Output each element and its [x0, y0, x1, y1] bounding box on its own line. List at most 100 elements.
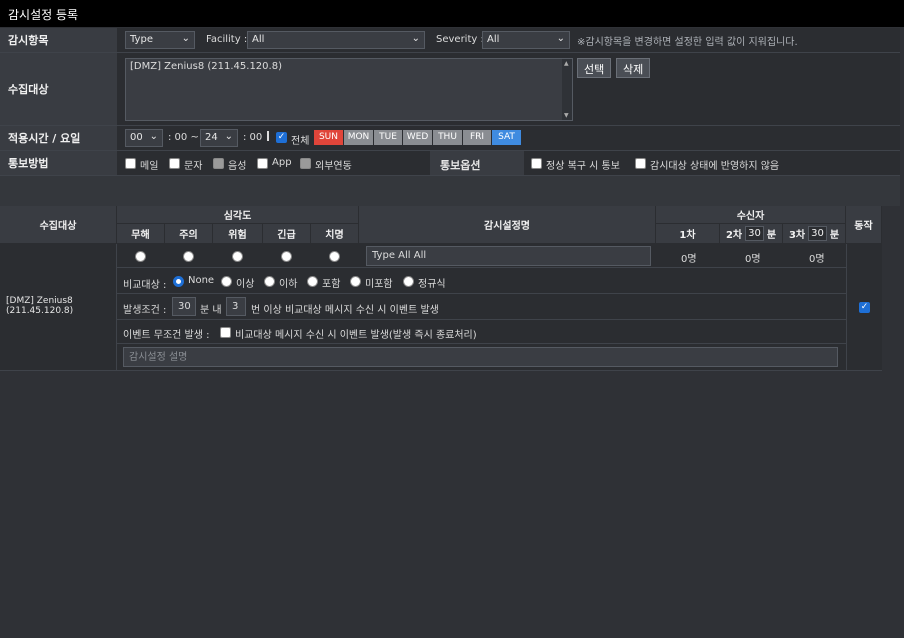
col-target-header: 수집대상 — [0, 206, 117, 244]
col-receiver-header: 수신자 — [656, 206, 846, 224]
compare-none-label: None — [188, 275, 215, 286]
external-checkbox[interactable] — [300, 158, 311, 169]
chevron-down-icon: ⌄ — [224, 131, 233, 142]
day-button-sat[interactable]: SAT — [492, 130, 521, 145]
day-button-mon[interactable]: MON — [344, 130, 373, 145]
chevron-down-icon: ⌄ — [556, 33, 565, 44]
severity-critical-header: 치명 — [311, 224, 359, 244]
action-checkbox[interactable]: ✓ — [859, 302, 870, 313]
target-listbox[interactable]: [DMZ] Zenius8 (211.45.120.8) ▲ ▼ — [125, 58, 573, 121]
day-button-thu[interactable]: THU — [433, 130, 462, 145]
compare-line: 비교대상 : None 이상 이하 포함 미포함 정규식 — [117, 268, 846, 294]
severity-caution-header: 주의 — [165, 224, 213, 244]
start-hour-select[interactable]: 00 ⌄ — [125, 129, 163, 147]
chevron-down-icon: ⌄ — [181, 33, 190, 44]
mail-checkbox[interactable] — [125, 158, 136, 169]
recover-notify-checkbox[interactable] — [531, 158, 542, 169]
end-hour-select[interactable]: 24 ⌄ — [200, 129, 238, 147]
unconditional-checkbox[interactable] — [220, 327, 231, 338]
delete-target-button[interactable]: 삭제 — [616, 58, 651, 78]
sms-checkbox[interactable] — [169, 158, 180, 169]
day-button-tue[interactable]: TUE — [374, 130, 402, 145]
target-list-item[interactable]: [DMZ] Zenius8 (211.45.120.8) — [130, 61, 282, 72]
schedule-label: 적용시간 / 요일 — [0, 126, 117, 150]
description-input[interactable] — [123, 347, 838, 367]
start-hour-value: 00 — [130, 132, 143, 143]
recover-notify-label: 정상 복구 시 통보 — [546, 161, 620, 172]
target-label: 수집대상 — [0, 53, 117, 125]
type-select[interactable]: Type ⌄ — [125, 31, 195, 49]
compare-below-radio[interactable] — [264, 276, 275, 287]
action-cell: ✓ — [846, 244, 882, 371]
notify-method-label: 통보방법 — [0, 151, 117, 175]
day-button-wed[interactable]: WED — [403, 130, 432, 145]
app-label: App — [272, 157, 292, 168]
receiver-1-count: 0명 — [681, 254, 697, 265]
end-minute-text: : 00 — [243, 132, 263, 143]
notify-row: 통보방법 메일 문자 음성 App 외부연동 통보옵션 정상 복구 시 통보 감… — [0, 151, 900, 176]
condition-minutes-input[interactable]: 30 — [172, 297, 196, 316]
row-target-text: [DMZ] Zenius8 (211.45.120.8) — [6, 296, 74, 316]
receiver-2-input[interactable]: 30 — [745, 226, 764, 241]
description-line — [117, 344, 846, 371]
all-days-checkbox[interactable]: ✓ — [276, 132, 287, 143]
divider — [267, 131, 269, 141]
condition-label: 발생조건 : — [123, 305, 167, 316]
day-button-fri[interactable]: FRI — [463, 130, 491, 145]
select-target-button[interactable]: 선택 — [577, 58, 612, 78]
receiver-3-input[interactable]: 30 — [808, 226, 827, 241]
receiver-3-count: 0명 — [809, 254, 825, 265]
ignore-status-checkbox[interactable] — [635, 158, 646, 169]
compare-above-label: 이상 — [236, 279, 255, 290]
all-days-label: 전체 — [291, 136, 310, 147]
end-hour-value: 24 — [205, 132, 218, 143]
severity-critical-radio[interactable] — [329, 251, 340, 262]
unconditional-label: 이벤트 무조건 발생 : — [123, 330, 210, 341]
target-row: 수집대상 [DMZ] Zenius8 (211.45.120.8) ▲ ▼ 선택… — [0, 53, 900, 126]
severity-danger-header: 위험 — [213, 224, 263, 244]
receiver-2-count: 0명 — [745, 254, 761, 265]
compare-regex-radio[interactable] — [403, 276, 414, 287]
minute-unit: 분 — [829, 230, 840, 241]
condition-count-input[interactable]: 3 — [226, 297, 246, 316]
compare-exclude-radio[interactable] — [350, 276, 361, 287]
monitor-item-label: 감시항목 — [0, 28, 117, 52]
scroll-down-icon[interactable]: ▼ — [564, 112, 569, 119]
severity-caution-radio[interactable] — [183, 251, 194, 262]
compare-above-radio[interactable] — [221, 276, 232, 287]
receiver-1-header: 1차 — [656, 224, 720, 244]
day-button-sun[interactable]: SUN — [314, 130, 343, 145]
severity-urgent-radio[interactable] — [281, 251, 292, 262]
facility-label: Facility : — [206, 34, 248, 45]
unconditional-line: 이벤트 무조건 발생 : 비교대상 메시지 수신 시 이벤트 발생(발생 즉시 … — [117, 320, 846, 344]
voice-checkbox[interactable] — [213, 158, 224, 169]
col-severity-header: 심각도 — [117, 206, 359, 224]
severity-danger-radio[interactable] — [232, 251, 243, 262]
monitor-item-note: ※감시항목을 변경하면 설정한 입력 값이 지워집니다. — [577, 37, 798, 48]
voice-label: 음성 — [228, 161, 247, 172]
severity-harmless-radio[interactable] — [135, 251, 146, 262]
window-title: 감시설정 등록 — [0, 0, 904, 27]
compare-below-label: 이하 — [279, 279, 298, 290]
sms-label: 문자 — [184, 161, 203, 172]
scroll-up-icon[interactable]: ▲ — [564, 60, 569, 67]
severity-select[interactable]: All ⌄ — [482, 31, 570, 49]
mail-label: 메일 — [140, 161, 159, 172]
spacer — [0, 176, 900, 206]
start-minute-text: : 00 ~ — [168, 132, 199, 143]
app-checkbox[interactable] — [257, 158, 268, 169]
facility-select[interactable]: All ⌄ — [247, 31, 425, 49]
external-label: 외부연동 — [315, 161, 352, 172]
compare-exclude-label: 미포함 — [365, 279, 393, 290]
setting-name-input[interactable]: Type All All — [366, 246, 651, 266]
compare-include-label: 포함 — [322, 279, 341, 290]
listbox-scrollbar[interactable]: ▲ ▼ — [562, 59, 572, 120]
severity-select-value: All — [487, 34, 500, 45]
compare-none-radio[interactable] — [173, 276, 184, 287]
receiver-1-label: 1차 — [679, 230, 696, 241]
compare-label: 비교대상 : — [123, 280, 167, 291]
compare-include-radio[interactable] — [307, 276, 318, 287]
compare-regex-label: 정규식 — [418, 279, 446, 290]
type-select-value: Type — [130, 34, 153, 45]
receiver-2-header: 2차 30 분 — [720, 224, 783, 244]
